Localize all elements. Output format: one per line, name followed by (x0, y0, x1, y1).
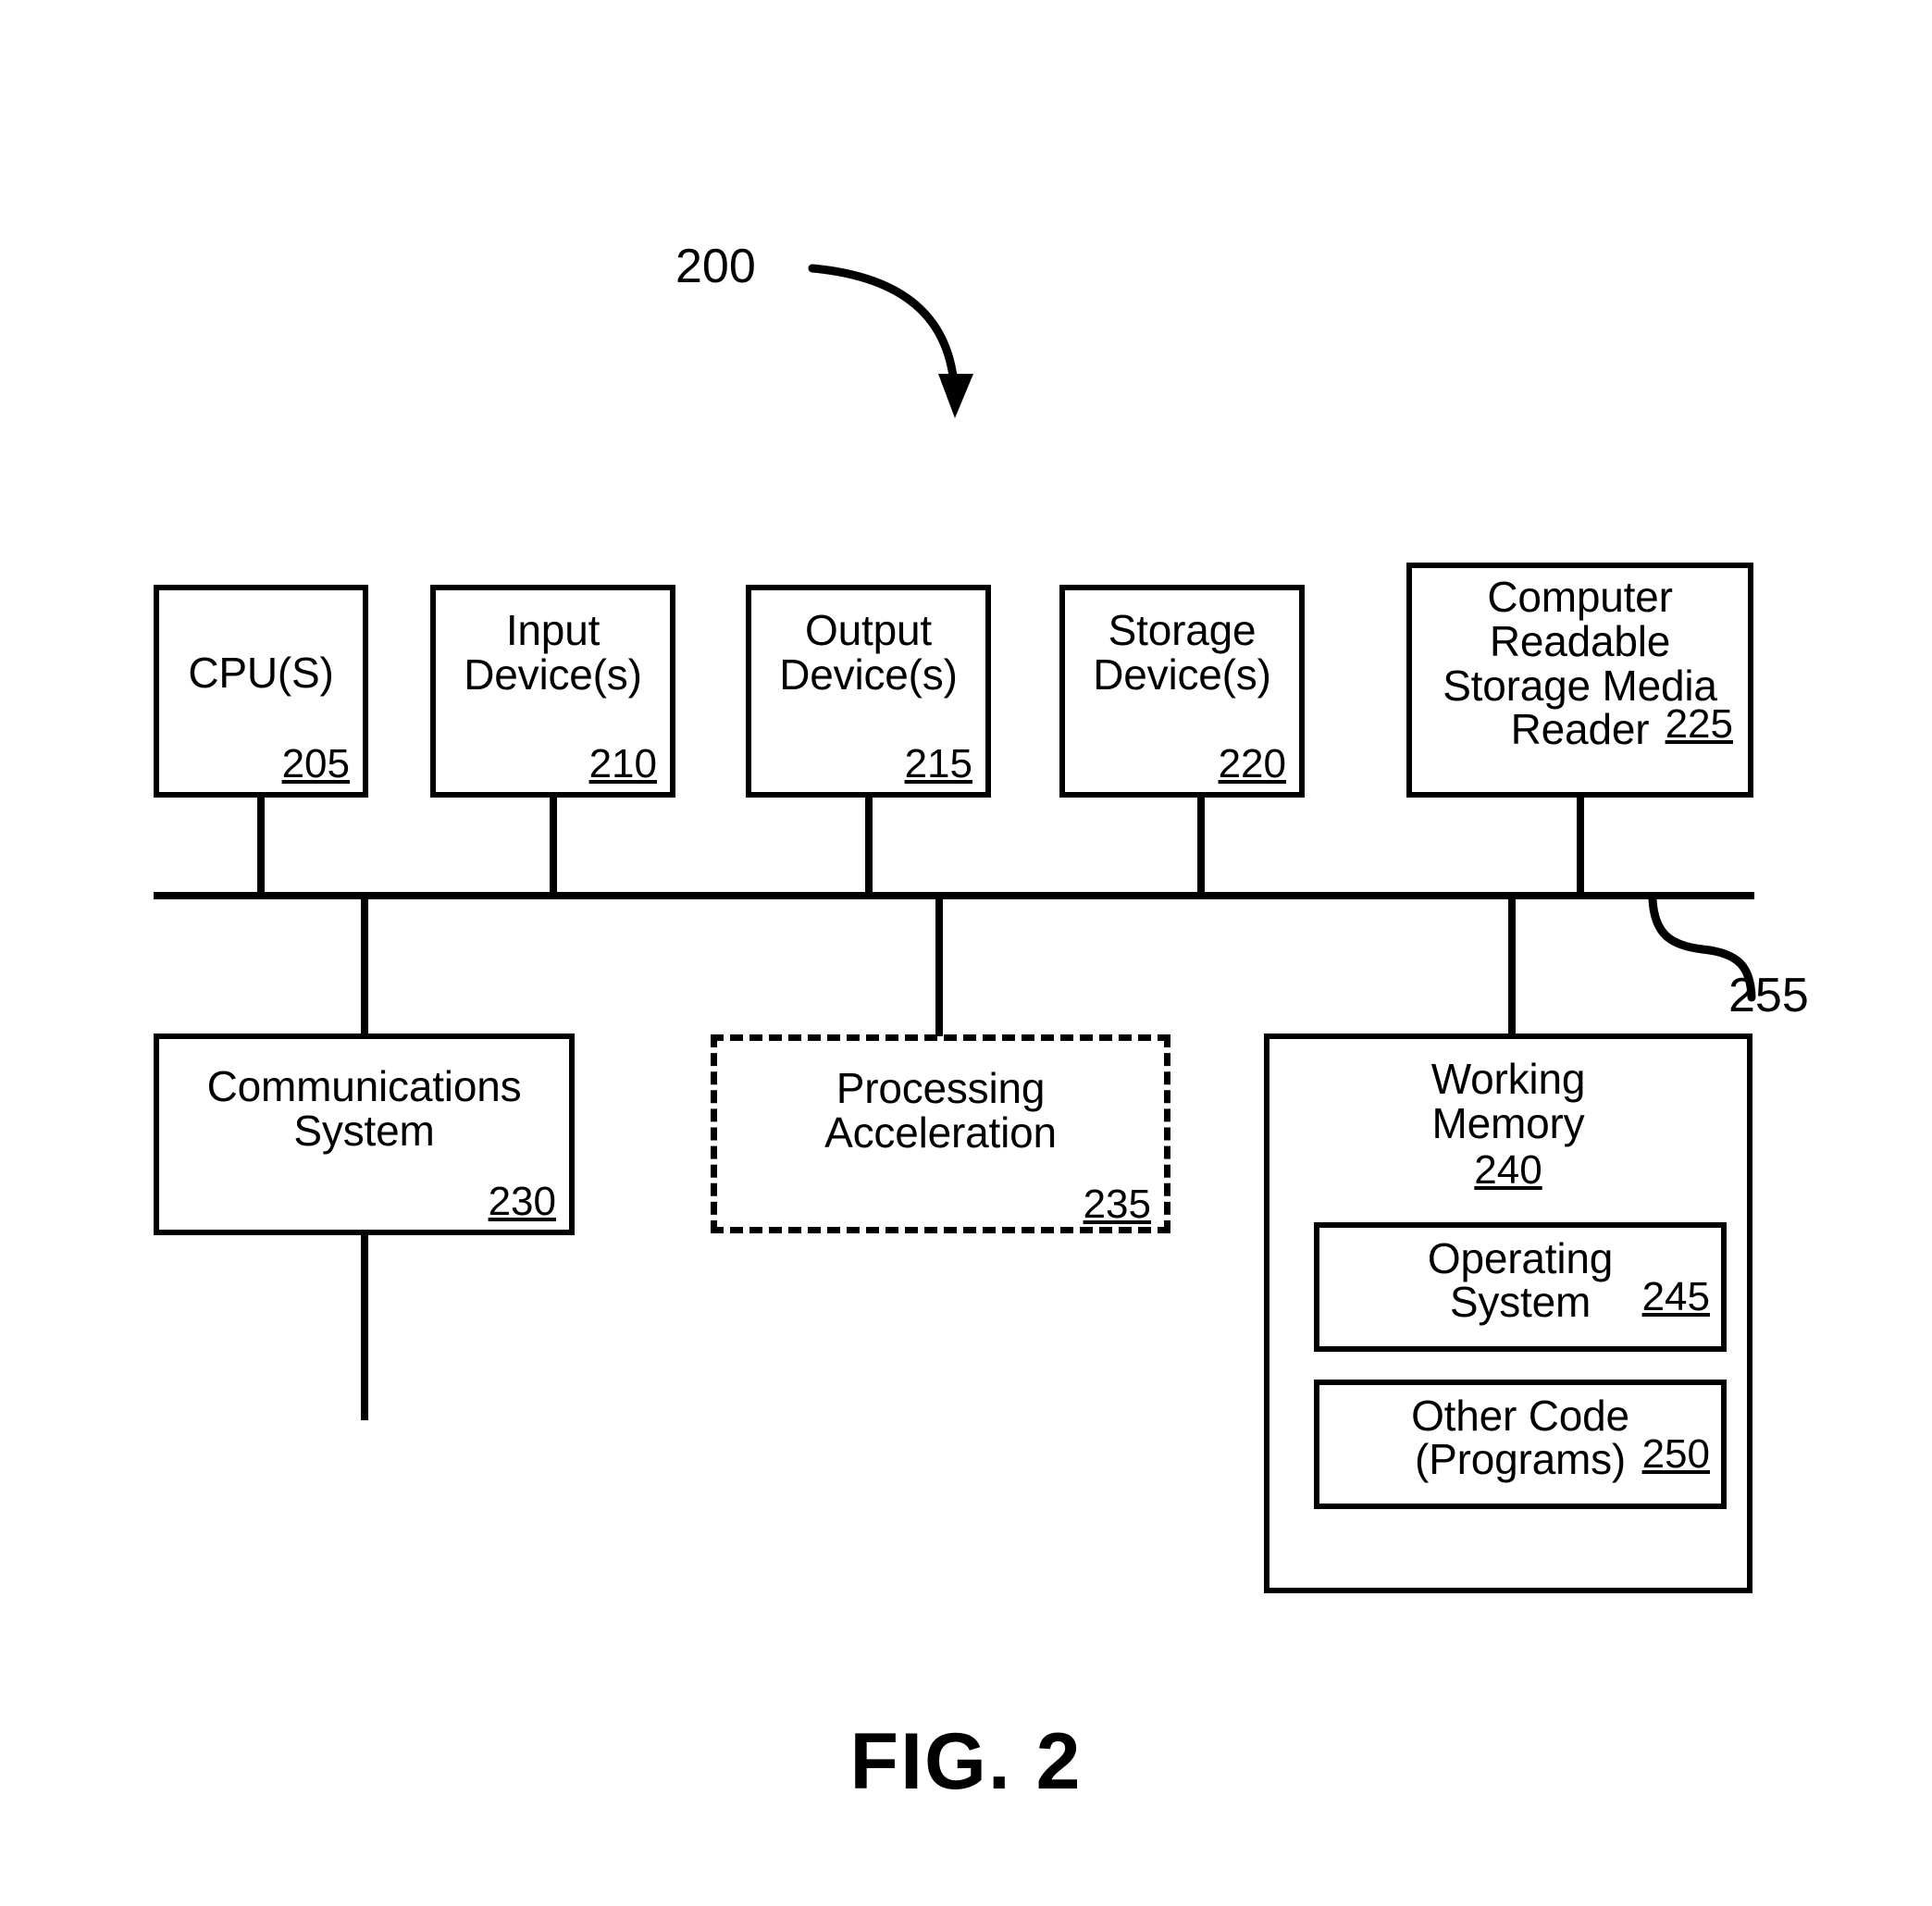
input-device-bus-connector (550, 796, 557, 899)
patent-figure-2: 200 255 CPU(S) 205 Input Device(s) 210 O… (0, 0, 1932, 1906)
working-memory-box[interactable]: Working Memory 240 Operating System 245 … (1264, 1033, 1752, 1593)
storage-device-box-title: Storage Device(s) (1093, 606, 1271, 699)
working-memory-box-title: Working Memory (1430, 1055, 1586, 1147)
output-device-box-title: Output Device(s) (779, 606, 958, 699)
communications-external-line (361, 1235, 368, 1420)
system-leader-arrowhead (938, 374, 973, 418)
storage-device-box[interactable]: Storage Device(s) 220 (1059, 585, 1305, 798)
storage-device-box-refnum: 220 (1218, 741, 1286, 786)
storage-device-bus-connector (1197, 796, 1205, 899)
acceleration-bus-connector (935, 892, 943, 1036)
figure-caption: FIG. 2 (849, 1717, 1083, 1806)
input-device-box-refnum: 210 (588, 741, 657, 786)
processing-acceleration-box[interactable]: Processing Acceleration 235 (711, 1034, 1170, 1233)
output-device-bus-connector (865, 796, 873, 899)
output-device-box[interactable]: Output Device(s) 215 (746, 585, 991, 798)
computer-readable-storage-media-reader-box[interactable]: Computer Readable Storage Media Reader 2… (1406, 563, 1753, 798)
input-device-box-title: Input Device(s) (464, 606, 642, 699)
communications-bus-connector (361, 892, 368, 1036)
processing-acceleration-box-refnum: 235 (1083, 1182, 1151, 1227)
cpu-box-refnum: 205 (281, 741, 350, 786)
leader-lines-overlay (808, 264, 1756, 1002)
output-device-box-refnum: 215 (904, 741, 972, 786)
cpu-bus-connector (257, 796, 265, 899)
processing-acceleration-box-title: Processing Acceleration (824, 1064, 1057, 1157)
other-code-box[interactable]: Other Code (Programs) 250 (1314, 1379, 1727, 1509)
working-memory-box-refnum: 240 (1474, 1146, 1542, 1193)
communications-system-box-title: Communications System (206, 1062, 522, 1155)
bus-reference-label: 255 (1728, 969, 1809, 1022)
communications-system-box-refnum: 230 (488, 1179, 556, 1224)
system-leader-arrow-curve (808, 264, 960, 402)
cpu-box[interactable]: CPU(S) 205 (154, 585, 368, 798)
communications-system-box[interactable]: Communications System 230 (154, 1033, 575, 1235)
operating-system-box-refnum: 245 (1641, 1274, 1710, 1320)
input-device-box[interactable]: Input Device(s) 210 (430, 585, 675, 798)
working-memory-bus-connector (1508, 892, 1516, 1036)
operating-system-box[interactable]: Operating System 245 (1314, 1221, 1727, 1352)
crsm-reader-box-refnum: 225 (1665, 701, 1733, 748)
other-code-box-refnum: 250 (1641, 1431, 1710, 1478)
crsm-reader-bus-connector (1577, 796, 1584, 899)
system-reference-label: 200 (675, 240, 756, 293)
cpu-box-title: CPU(S) (188, 649, 334, 697)
